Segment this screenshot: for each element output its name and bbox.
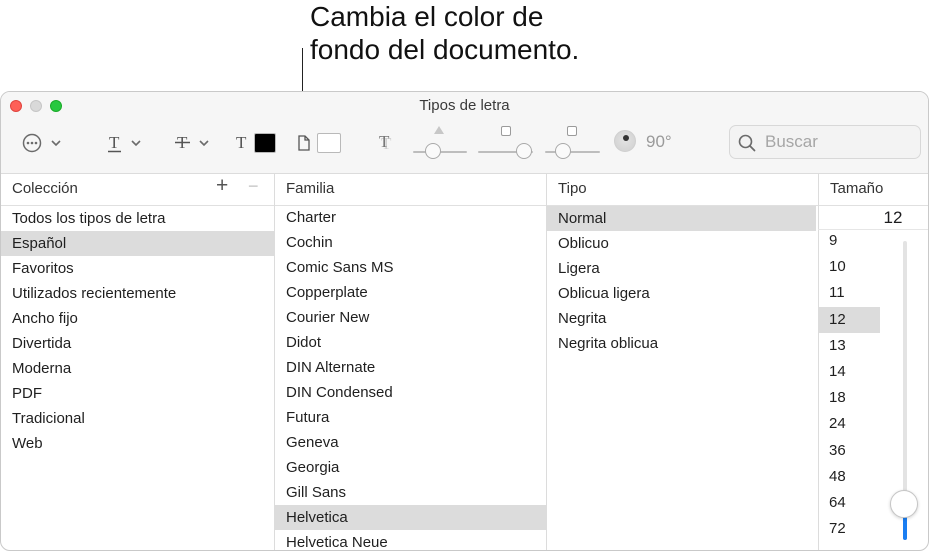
collection-column: Colección + − Todos los tipos de letra Es… (1, 174, 274, 550)
shadow-angle-dial[interactable] (614, 130, 636, 152)
fonts-window: Tipos de letra T T T T T 90° Buscar Cole… (0, 91, 929, 551)
type-item[interactable]: Oblicua ligera (547, 281, 816, 306)
shadow-blur-icon (501, 126, 511, 136)
family-header: Familia (275, 174, 546, 206)
family-item[interactable]: Futura (275, 405, 546, 430)
toolbar: Tipos de letra T T T T T 90° Buscar (1, 92, 928, 174)
family-item[interactable]: Comic Sans MS (275, 255, 546, 280)
size-item[interactable]: 48 (818, 464, 880, 490)
svg-text:T: T (379, 132, 390, 151)
type-list: Normal Oblicuo Ligera Oblicua ligera Negrita… (547, 206, 816, 356)
size-list: 9 10 11 12 13 14 18 24 36 48 64 72 (818, 228, 880, 542)
document-color-swatch[interactable] (317, 133, 341, 153)
search-icon (738, 134, 756, 152)
collection-item[interactable]: Ancho fijo (1, 306, 274, 331)
shadow-blur-slider[interactable] (516, 143, 532, 159)
size-item[interactable]: 18 (818, 385, 880, 411)
size-header-label: Tamaño (830, 180, 884, 197)
size-input[interactable]: 12 (818, 206, 928, 230)
family-item[interactable]: Courier New (275, 305, 546, 330)
family-item[interactable]: DIN Alternate (275, 355, 546, 380)
collection-header-label: Colección (12, 180, 78, 197)
family-header-label: Familia (286, 180, 335, 197)
type-item[interactable]: Negrita (547, 306, 816, 331)
actions-menu-button[interactable] (21, 132, 63, 154)
size-item[interactable]: 13 (818, 333, 880, 359)
size-header: Tamaño (819, 174, 928, 206)
family-item[interactable]: Copperplate (275, 280, 546, 305)
shadow-offset-icon (567, 126, 577, 136)
shadow-offset-track[interactable] (545, 151, 600, 153)
size-item[interactable]: 64 (818, 490, 880, 516)
family-item[interactable]: Helvetica Neue (275, 530, 546, 550)
size-item[interactable]: 36 (818, 438, 880, 464)
text-shadow-icon[interactable]: T T (377, 132, 397, 154)
size-item[interactable]: 11 (818, 280, 880, 306)
svg-text:T: T (109, 133, 120, 152)
collection-item[interactable]: PDF (1, 381, 274, 406)
collection-item[interactable]: Español (1, 231, 274, 256)
strikethrough-icon: T (175, 133, 209, 152)
collection-item[interactable]: Moderna (1, 356, 274, 381)
text-color-icon: T (234, 132, 250, 154)
search-field[interactable] (729, 125, 921, 159)
callout-line-2: fondo del documento. (310, 34, 580, 65)
size-item[interactable]: 72 (818, 516, 880, 542)
shadow-opacity-icon (434, 126, 444, 134)
collection-item[interactable]: Todos los tipos de letra (1, 206, 274, 231)
family-item[interactable]: Geneva (275, 430, 546, 455)
shadow-opacity-slider[interactable] (425, 143, 441, 159)
size-item[interactable]: 12 (818, 306, 880, 333)
size-item[interactable]: 14 (818, 359, 880, 385)
size-item[interactable]: 9 (818, 228, 880, 254)
collection-item[interactable]: Utilizados recientemente (1, 281, 274, 306)
type-item[interactable]: Ligera (547, 256, 816, 281)
collection-item[interactable]: Divertida (1, 331, 274, 356)
size-slider-knob[interactable] (890, 490, 918, 519)
underline-icon: T (108, 133, 141, 153)
size-item[interactable]: 24 (818, 411, 880, 437)
type-item[interactable]: Normal (547, 206, 816, 231)
family-item[interactable]: Helvetica (275, 505, 546, 530)
underline-menu-button[interactable]: T (107, 132, 143, 154)
family-item[interactable]: DIN Condensed (275, 380, 546, 405)
type-header-label: Tipo (558, 180, 587, 197)
size-item[interactable]: 10 (818, 254, 880, 280)
callout-line-1: Cambia el color de (310, 1, 544, 32)
collection-item[interactable]: Web (1, 431, 274, 456)
family-item[interactable]: Georgia (275, 455, 546, 480)
remove-collection-button[interactable]: − (248, 175, 259, 197)
add-collection-button[interactable]: + (216, 175, 228, 197)
family-item[interactable]: Gill Sans (275, 480, 546, 505)
type-header: Tipo (547, 174, 818, 206)
shadow-offset-slider[interactable] (555, 143, 571, 159)
strikethrough-menu-button[interactable]: T (175, 132, 211, 154)
search-input[interactable] (765, 130, 915, 154)
svg-text:T: T (236, 133, 247, 152)
window-title: Tipos de letra (419, 97, 510, 114)
collection-item[interactable]: Tradicional (1, 406, 274, 431)
family-item[interactable]: Cochin (275, 230, 546, 255)
shadow-angle-value: 90° (646, 132, 672, 151)
collection-header: Colección + − (1, 174, 274, 206)
ellipsis-circle-icon (22, 133, 61, 153)
type-column: Tipo Normal Oblicuo Ligera Oblicua ligera Ne… (547, 174, 818, 550)
type-item[interactable]: Oblicuo (547, 231, 816, 256)
document-icon (297, 133, 311, 153)
type-item[interactable]: Negrita oblicua (547, 331, 816, 356)
family-list: Charter Cochin Comic Sans MS Copperplate Cou… (275, 205, 546, 550)
family-item[interactable]: Charter (275, 205, 546, 230)
family-item[interactable]: Didot (275, 330, 546, 355)
collection-item[interactable]: Favoritos (1, 256, 274, 281)
family-column: Familia Charter Cochin Comic Sans MS Copper… (275, 174, 546, 550)
text-color-swatch[interactable] (254, 133, 276, 153)
callout-text: Cambia el color de fondo del documento. (310, 0, 640, 66)
collection-list: Todos los tipos de letra Español Favoritos… (1, 206, 274, 456)
